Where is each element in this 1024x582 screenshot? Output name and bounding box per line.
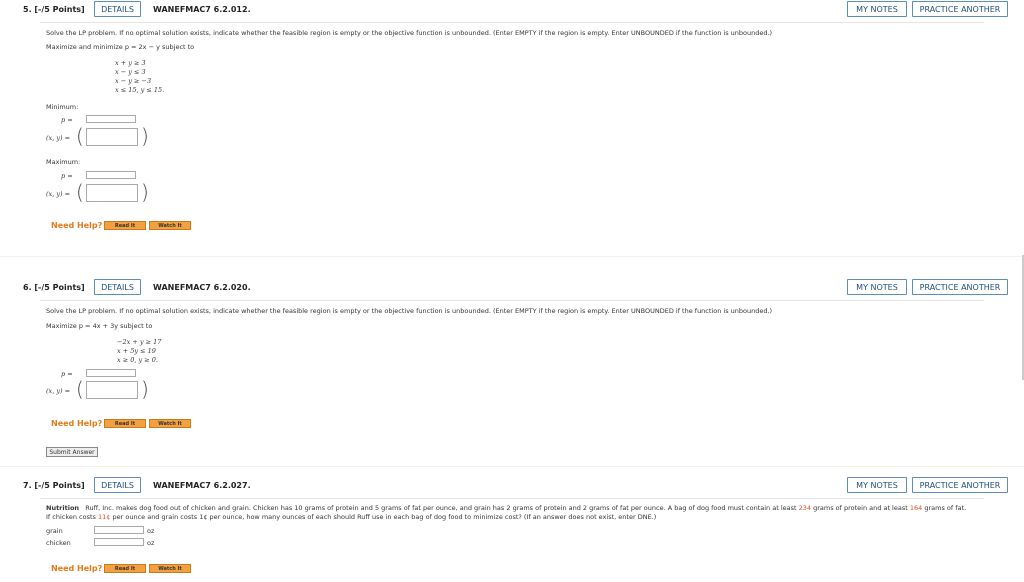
watch-it-button[interactable]: Watch It (149, 221, 191, 230)
problem-5: 5. [-/5 Points] DETAILS WANEFMAC7 6.2.01… (0, 0, 1024, 230)
divider (40, 22, 984, 23)
oz-unit: oz (147, 527, 155, 535)
practice-another-button[interactable]: PRACTICE ANOTHER (912, 279, 1008, 295)
my-notes-button[interactable]: MY NOTES (847, 1, 907, 17)
read-it-button[interactable]: Read It (104, 419, 146, 428)
xy-label: (x, y) = (46, 134, 71, 142)
constraint: x + y ≥ 3 (115, 59, 146, 67)
problem-number: 6. [-/5 Points] (23, 283, 85, 292)
objective: Maximize p = 4x + 3y subject to (46, 322, 153, 330)
constraint: x − y ≤ 3 (115, 68, 146, 76)
p-label: p = (61, 370, 73, 378)
max-p-input[interactable] (86, 171, 136, 179)
text-part: If chicken costs (46, 513, 98, 521)
divider (40, 300, 984, 301)
problem-5-header: 5. [-/5 Points] DETAILS WANEFMAC7 6.2.01… (0, 0, 1024, 20)
text-part: per ounce and grain costs 1¢ per ounce, … (110, 513, 657, 521)
right-paren: ) (141, 180, 149, 204)
grain-input[interactable] (94, 526, 144, 534)
xy-label: (x, y) = (46, 387, 71, 395)
right-paren: ) (141, 377, 149, 401)
problem-code: WANEFMAC7 6.2.027. (153, 481, 251, 490)
point-input[interactable] (86, 381, 138, 399)
instructions: Solve the LP problem. If no optimal solu… (46, 307, 773, 315)
read-it-button[interactable]: Read It (104, 221, 146, 230)
problem-text: If chicken costs 11¢ per ounce and grain… (46, 513, 656, 521)
oz-unit: oz (147, 539, 155, 547)
topic-label: Nutrition (46, 504, 80, 512)
my-notes-button[interactable]: MY NOTES (847, 477, 907, 493)
left-paren: ( (76, 180, 84, 204)
p-label: p = (61, 116, 73, 124)
text-part: grams of fat. (922, 504, 967, 512)
details-button[interactable]: DETAILS (94, 477, 141, 493)
min-point-input[interactable] (86, 128, 138, 146)
chicken-input[interactable] (94, 538, 144, 546)
left-paren: ( (76, 124, 84, 148)
maximum-label: Maximum: (46, 158, 81, 166)
text-part: grams of protein and at least (811, 504, 910, 512)
objective: Maximize and minimize p = 2x − y subject… (46, 43, 195, 51)
problem-code: WANEFMAC7 6.2.020. (153, 283, 251, 292)
instructions: Solve the LP problem. If no optimal solu… (46, 29, 773, 37)
problem-number: 5. [-/5 Points] (23, 5, 85, 14)
practice-another-button[interactable]: PRACTICE ANOTHER (912, 1, 1008, 17)
problem-number: 7. [-/5 Points] (23, 481, 85, 490)
constraint: x − y ≥ −3 (115, 77, 152, 85)
constraint: x ≤ 15, y ≤ 15. (115, 86, 165, 94)
submit-answer-button[interactable]: Submit Answer (46, 447, 98, 457)
chicken-cost-value: 11¢ (98, 513, 111, 521)
p-label: p = (61, 172, 73, 180)
constraint: x ≥ 0, y ≥ 0. (117, 356, 158, 364)
minimum-label: Minimum: (46, 103, 79, 111)
text-part: Ruff, Inc. makes dog food out of chicken… (85, 504, 799, 512)
divider (40, 498, 984, 499)
details-button[interactable]: DETAILS (94, 1, 141, 17)
problem-6-header: 6. [-/5 Points] DETAILS WANEFMAC7 6.2.02… (0, 278, 1024, 298)
problem-code: WANEFMAC7 6.2.012. (153, 5, 251, 14)
need-help-label: Need Help? (51, 221, 103, 230)
problem-text: Nutrition Ruff, Inc. makes dog food out … (46, 504, 966, 512)
constraint: −2x + y ≥ 17 (117, 338, 162, 346)
p-input[interactable] (86, 369, 136, 377)
min-p-input[interactable] (86, 115, 136, 123)
read-it-button[interactable]: Read It (104, 564, 146, 573)
need-help-label: Need Help? (51, 564, 103, 573)
constraint: x + 5y ≤ 19 (117, 347, 156, 355)
details-button[interactable]: DETAILS (94, 279, 141, 295)
divider (0, 256, 1024, 257)
protein-value: 234 (798, 504, 812, 512)
max-point-input[interactable] (86, 184, 138, 202)
practice-another-button[interactable]: PRACTICE ANOTHER (912, 477, 1008, 493)
fat-value: 164 (909, 504, 923, 512)
watch-it-button[interactable]: Watch It (149, 419, 191, 428)
watch-it-button[interactable]: Watch It (149, 564, 191, 573)
problem-7-header: 7. [-/5 Points] DETAILS WANEFMAC7 6.2.02… (0, 476, 1024, 496)
grain-label: grain (46, 527, 63, 535)
chicken-label: chicken (46, 539, 71, 547)
right-paren: ) (141, 124, 149, 148)
my-notes-button[interactable]: MY NOTES (847, 279, 907, 295)
divider (0, 466, 1024, 467)
need-help-label: Need Help? (51, 419, 103, 428)
left-paren: ( (76, 377, 84, 401)
xy-label: (x, y) = (46, 190, 71, 198)
